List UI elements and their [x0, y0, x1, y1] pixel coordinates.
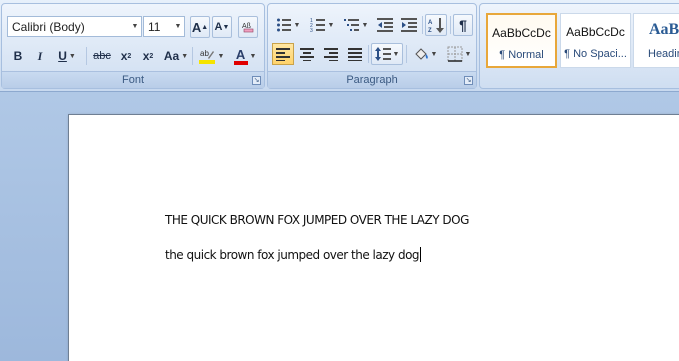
text-caret — [420, 247, 422, 262]
multilevel-list-button[interactable]: ▼ — [340, 14, 372, 36]
chevron-down-icon[interactable]: ▼ — [129, 23, 141, 30]
align-right-button[interactable] — [320, 43, 342, 65]
document-workspace: THE QUICK BROWN FOX JUMPED OVER THE LAZY… — [0, 92, 679, 361]
style-no-spacing[interactable]: AaBbCcDc ¶ No Spaci... — [560, 13, 631, 68]
font-size-value: 11 — [148, 19, 161, 34]
chevron-down-icon[interactable]: ▼ — [294, 22, 301, 29]
chevron-down-icon[interactable]: ▼ — [328, 22, 335, 29]
grow-font-icon: A — [191, 19, 202, 35]
style-sample: AaBbCcDc — [566, 25, 625, 39]
svg-text:A: A — [428, 20, 433, 26]
chevron-down-icon[interactable]: ▼ — [393, 51, 400, 58]
sort-icon: A Z — [428, 18, 444, 33]
show-hide-marks-button[interactable]: ¶ — [453, 14, 473, 36]
paragraph-group-label: Paragraph — [268, 71, 476, 88]
style-sample: AaBb — [648, 21, 679, 38]
sort-button[interactable]: A Z — [425, 14, 447, 36]
chevron-down-icon[interactable]: ▼ — [181, 53, 188, 60]
separator — [406, 45, 407, 63]
font-name-combo[interactable]: Calibri (Body) ▼ — [7, 16, 142, 37]
align-center-button[interactable] — [296, 43, 318, 65]
line-spacing-icon — [374, 47, 391, 61]
bullets-button[interactable]: ▼ — [272, 14, 304, 36]
align-left-button[interactable] — [272, 43, 294, 65]
style-name: Heading — [648, 48, 679, 60]
grow-font-button[interactable]: A ▲ — [190, 16, 210, 38]
chevron-down-icon[interactable]: ▼ — [465, 51, 472, 58]
bold-button[interactable]: B — [8, 45, 28, 67]
chevron-down-icon[interactable]: ▼ — [250, 53, 257, 60]
font-dialog-launcher-icon[interactable]: ↘ — [252, 76, 261, 85]
style-heading[interactable]: AaBb Heading — [633, 13, 679, 68]
line-spacing-button[interactable]: ▼ — [371, 43, 403, 65]
style-name: ¶ No Spaci... — [564, 48, 627, 60]
decrease-indent-button[interactable] — [374, 14, 396, 36]
italic-button[interactable]: I — [30, 45, 50, 67]
borders-button[interactable]: ▼ — [443, 43, 475, 65]
bullets-icon — [276, 18, 291, 32]
superscript-icon: x — [142, 49, 150, 63]
eraser-icon: Aß — [242, 23, 254, 33]
underline-button[interactable]: U ▼ — [52, 45, 82, 67]
separator — [86, 47, 87, 65]
font-size-combo[interactable]: 11 ▼ — [143, 16, 185, 37]
underline-icon: U — [58, 49, 67, 63]
ribbon: Calibri (Body) ▼ 11 ▼ A ▲ A ▼ Aß B I U ▼ ab… — [0, 0, 679, 92]
shading-button[interactable]: ▼ — [409, 43, 441, 65]
chevron-down-icon[interactable]: ▼ — [69, 53, 76, 60]
strikethrough-button[interactable]: abc — [90, 45, 114, 67]
justify-icon — [348, 48, 362, 61]
document-line-lowercase[interactable]: the quick brown fox jumped over the lazy… — [165, 247, 422, 262]
chevron-down-icon[interactable]: ▼ — [218, 53, 225, 60]
style-name: ¶ Normal — [499, 49, 544, 61]
font-color-button[interactable]: A ▼ — [230, 45, 260, 67]
chevron-down-icon[interactable]: ▼ — [431, 51, 438, 58]
separator — [450, 16, 451, 34]
increase-indent-icon — [401, 18, 417, 32]
clear-formatting-button[interactable]: Aß — [238, 16, 258, 38]
multilevel-list-icon — [343, 19, 359, 31]
superscript-button[interactable]: x2 — [138, 45, 158, 67]
shrink-font-button[interactable]: A ▼ — [212, 16, 232, 38]
highlighter-icon: ab — [198, 49, 215, 64]
borders-icon — [447, 46, 463, 62]
paragraph-dialog-launcher-icon[interactable]: ↘ — [464, 76, 473, 85]
align-left-icon — [276, 48, 290, 61]
svg-text:Z: Z — [428, 28, 432, 33]
paint-bucket-icon — [414, 48, 428, 60]
change-case-button[interactable]: Aa ▼ — [162, 45, 190, 67]
subscript-icon: x — [120, 49, 128, 63]
subscript-button[interactable]: x2 — [116, 45, 136, 67]
document-line-uppercase[interactable]: THE QUICK BROWN FOX JUMPED OVER THE LAZY… — [165, 213, 469, 227]
highlight-color-button[interactable]: ab ▼ — [196, 45, 226, 67]
paragraph-group: ▼ 1 2 3 ▼ ▼ A Z ¶ ▼ ▼ ▼ Paragraph ↘ — [267, 3, 477, 89]
decrease-indent-icon — [377, 18, 393, 32]
styles-group: AaBbCcDc ¶ Normal AaBbCcDc ¶ No Spaci...… — [479, 3, 679, 89]
document-line-text: the quick brown fox jumped over the lazy… — [165, 248, 420, 262]
shrink-font-icon: A — [214, 21, 223, 33]
align-right-icon — [324, 48, 338, 61]
svg-text:ab: ab — [200, 49, 209, 58]
align-center-icon — [300, 48, 314, 61]
font-name-value: Calibri (Body) — [12, 19, 85, 34]
style-sample: AaBbCcDc — [492, 26, 551, 40]
document-page[interactable]: THE QUICK BROWN FOX JUMPED OVER THE LAZY… — [68, 114, 679, 361]
increase-indent-button[interactable] — [398, 14, 420, 36]
font-color-icon: A — [233, 48, 248, 65]
font-group: Calibri (Body) ▼ 11 ▼ A ▲ A ▼ Aß B I U ▼ ab… — [1, 3, 265, 89]
change-case-icon: Aa — [163, 49, 180, 63]
separator — [422, 16, 423, 34]
numbering-icon: 1 2 3 — [310, 18, 325, 33]
font-group-label: Font — [2, 71, 264, 88]
justify-button[interactable] — [344, 43, 366, 65]
numbering-button[interactable]: 1 2 3 ▼ — [306, 14, 338, 36]
style-normal[interactable]: AaBbCcDc ¶ Normal — [486, 13, 557, 68]
chevron-down-icon[interactable]: ▼ — [172, 23, 184, 30]
chevron-down-icon[interactable]: ▼ — [362, 22, 369, 29]
separator — [368, 45, 369, 63]
separator — [192, 47, 193, 65]
svg-text:3: 3 — [310, 28, 313, 33]
